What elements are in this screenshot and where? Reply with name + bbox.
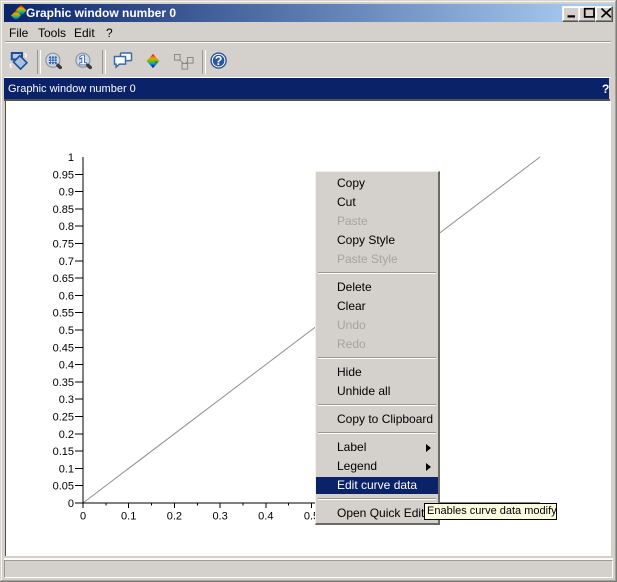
svg-text:0.5: 0.5 [59, 325, 74, 337]
svg-text:0.85: 0.85 [53, 204, 74, 216]
svg-text:0.35: 0.35 [53, 377, 74, 389]
svg-text:0: 0 [80, 511, 86, 523]
svg-text:1: 1 [68, 152, 74, 164]
svg-text:0.8: 0.8 [59, 221, 74, 233]
svg-text:0.9: 0.9 [59, 187, 74, 199]
svg-text:0.2: 0.2 [59, 429, 74, 441]
svg-text:?: ? [215, 54, 223, 68]
svg-text:0.3: 0.3 [212, 511, 227, 523]
svg-text:0.6: 0.6 [59, 290, 74, 302]
svg-text:0.05: 0.05 [53, 481, 74, 493]
svg-text:0.1: 0.1 [59, 463, 74, 475]
svg-text:0.25: 0.25 [53, 412, 74, 424]
svg-text:0.1: 0.1 [121, 511, 136, 523]
svg-text:0.4: 0.4 [258, 511, 273, 523]
svg-text:0.75: 0.75 [53, 239, 74, 251]
svg-text:0.4: 0.4 [59, 360, 74, 372]
svg-text:0.55: 0.55 [53, 308, 74, 320]
svg-text:0.2: 0.2 [167, 511, 182, 523]
svg-text:0.65: 0.65 [53, 273, 74, 285]
svg-text:0.7: 0.7 [59, 256, 74, 268]
svg-text:0.45: 0.45 [53, 342, 74, 354]
svg-text:0: 0 [68, 498, 74, 510]
svg-text:0.15: 0.15 [53, 446, 74, 458]
svg-text:1: 1 [79, 54, 86, 68]
svg-text:0.3: 0.3 [59, 394, 74, 406]
svg-text:0.95: 0.95 [53, 169, 74, 181]
